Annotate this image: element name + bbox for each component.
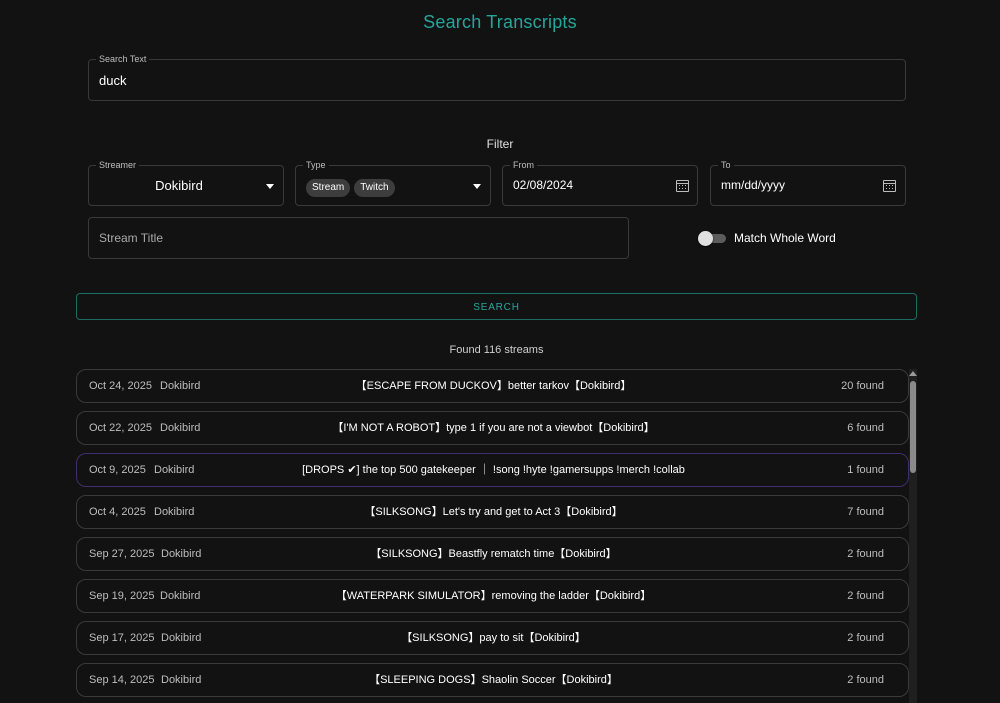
scrollbar-thumb[interactable] — [910, 381, 916, 473]
result-row[interactable]: Oct 4, 2025 Dokibird 【SILKSONG】Let's try… — [76, 495, 909, 529]
type-label: Type — [303, 159, 329, 171]
row-title: 【SILKSONG】Let's try and get to Act 3【Dok… — [364, 506, 623, 518]
row-count: 2 found — [847, 674, 884, 686]
row-count: 2 found — [847, 590, 884, 602]
result-row[interactable]: Oct 24, 2025 Dokibird 【ESCAPE FROM DUCKO… — [76, 369, 909, 403]
page-title: Search Transcripts — [423, 12, 577, 32]
row-title: 【WATERPARK SIMULATOR】removing the ladder… — [335, 590, 652, 602]
from-label: From — [510, 159, 537, 171]
row-title: 【SLEEPING DOGS】Shaolin Soccer【Dokibird】 — [369, 674, 618, 686]
row-title: 【SILKSONG】pay to sit【Dokibird】 — [401, 632, 586, 644]
result-row[interactable]: Sep 27, 2025 Dokibird 【SILKSONG】Beastfly… — [76, 537, 909, 571]
row-count: 2 found — [847, 632, 884, 644]
row-title: 【I'M NOT A ROBOT】type 1 if you are not a… — [332, 422, 655, 434]
toggle-thumb[interactable] — [698, 231, 713, 246]
result-row[interactable]: Sep 19, 2025 Dokibird 【WATERPARK SIMULAT… — [76, 579, 909, 613]
row-count: 6 found — [847, 422, 884, 434]
type-chip-stream[interactable]: Stream — [306, 179, 351, 197]
result-row[interactable]: Oct 22, 2025 Dokibird 【I'M NOT A ROBOT】t… — [76, 411, 909, 445]
row-count: 2 found — [847, 548, 884, 560]
row-count: 20 found — [841, 380, 884, 392]
filter-heading: Filter — [486, 137, 514, 151]
row-title: [DROPS ✔] the top 500 gatekeeper ｜ !song… — [302, 464, 685, 476]
search-text-label: Search Text — [96, 53, 150, 65]
chevron-down-icon — [473, 184, 481, 189]
streamer-value: Dokibird — [155, 178, 203, 193]
result-row[interactable]: Sep 17, 2025 Dokibird 【SILKSONG】pay to s… — [76, 621, 909, 655]
to-label: To — [718, 159, 734, 171]
scroll-up-arrow-icon[interactable] — [909, 371, 917, 376]
streamer-label: Streamer — [96, 159, 140, 171]
calendar-icon[interactable] — [676, 180, 689, 192]
match-whole-word-label: Match Whole Word — [734, 231, 836, 245]
streamer-select[interactable]: Streamer Dokibird — [88, 159, 284, 206]
stream-title-placeholder: Stream Title — [99, 231, 164, 245]
to-date-placeholder: mm/dd/yyyy — [721, 178, 786, 192]
search-text-field[interactable]: Search Text duck — [88, 53, 906, 101]
results-list: Oct 24, 2025 Dokibird 【ESCAPE FROM DUCKO… — [76, 369, 909, 703]
from-date-value: 02/08/2024 — [513, 178, 574, 192]
from-date-input[interactable]: From 02/08/2024 — [502, 159, 698, 206]
type-select[interactable]: Type Stream Twitch — [295, 159, 491, 206]
chevron-down-icon — [266, 184, 274, 189]
search-text-value: duck — [99, 73, 127, 88]
stream-title-input[interactable]: Stream Title — [88, 217, 629, 259]
row-title: 【ESCAPE FROM DUCKOV】better tarkov【Dokibi… — [355, 380, 632, 392]
row-title: 【SILKSONG】Beastfly rematch time【Dokibird… — [370, 548, 617, 560]
search-button[interactable]: SEARCH — [76, 293, 917, 320]
to-date-input[interactable]: To mm/dd/yyyy — [710, 159, 906, 206]
result-row[interactable]: Sep 14, 2025 Dokibird 【SLEEPING DOGS】Sha… — [76, 663, 909, 697]
results-summary: Found 116 streams — [449, 344, 544, 356]
row-count: 7 found — [847, 506, 884, 518]
type-chip-twitch[interactable]: Twitch — [354, 179, 395, 197]
row-count: 1 found — [847, 464, 884, 476]
result-row[interactable]: Oct 9, 2025 Dokibird [DROPS ✔] the top 5… — [76, 453, 909, 487]
calendar-icon[interactable] — [883, 180, 896, 192]
